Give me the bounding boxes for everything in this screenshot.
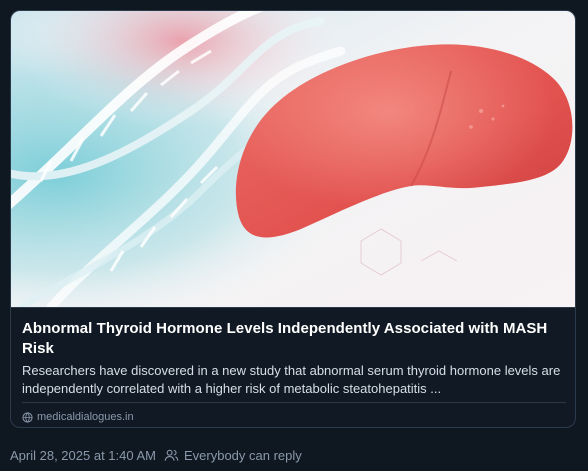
people-icon bbox=[164, 449, 179, 461]
link-title[interactable]: Abnormal Thyroid Hormone Levels Independ… bbox=[22, 319, 566, 359]
link-description: Researchers have discovered in a new stu… bbox=[22, 363, 561, 396]
link-preview-text[interactable]: Abnormal Thyroid Hormone Levels Independ… bbox=[11, 307, 575, 427]
post-timestamp[interactable]: April 28, 2025 at 1:40 AM bbox=[10, 447, 156, 464]
link-preview-card[interactable]: Abnormal Thyroid Hormone Levels Independ… bbox=[10, 10, 576, 428]
globe-icon bbox=[22, 411, 33, 423]
link-preview-image[interactable] bbox=[11, 11, 576, 307]
link-source: medicaldialogues.in bbox=[22, 410, 134, 424]
link-source-domain: medicaldialogues.in bbox=[37, 411, 134, 423]
reply-setting[interactable]: Everybody can reply bbox=[184, 447, 302, 464]
post-meta: April 28, 2025 at 1:40 AM Everybody can … bbox=[10, 447, 302, 464]
divider bbox=[22, 402, 566, 403]
